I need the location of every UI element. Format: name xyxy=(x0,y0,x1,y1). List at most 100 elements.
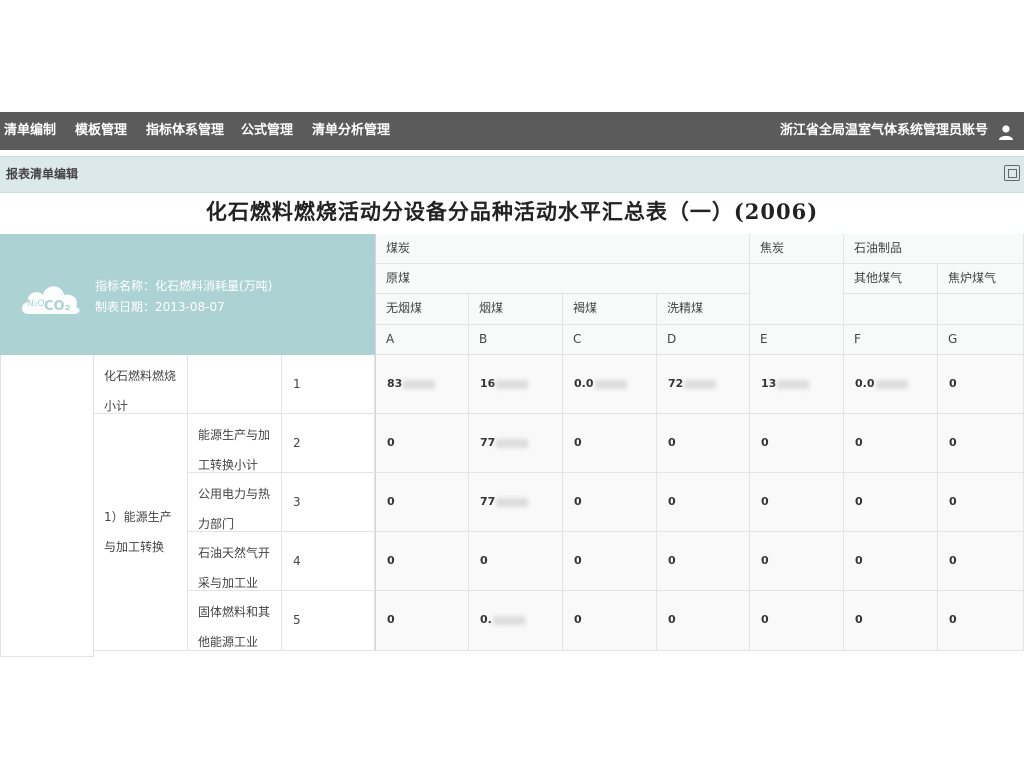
value-text: 0 xyxy=(387,436,395,449)
value-text: 0 xyxy=(761,495,769,508)
indicator-info-block: N₂O CO₂ 指标名称：化石燃料消耗量(万吨) 制表日期：2013-08-07 xyxy=(0,234,375,355)
header-other-gas-blank xyxy=(844,294,938,325)
value-cell-r1-c3[interactable]: 0.0 xyxy=(563,355,657,414)
value-cell-r3-c2[interactable]: 77 xyxy=(469,473,563,532)
value-cell-r3-c3[interactable]: 0 xyxy=(563,473,657,532)
redacted-value-blur xyxy=(684,379,717,389)
header-letter-c: C xyxy=(563,325,657,355)
value-cell-r3-c4[interactable]: 0 xyxy=(657,473,750,532)
value-text: 0 xyxy=(855,495,863,508)
value-text: 0 xyxy=(949,613,957,626)
redacted-value-blur xyxy=(777,379,810,389)
value-cell-r4-c1[interactable]: 0 xyxy=(375,532,469,591)
nav-item-list-compile[interactable]: 清单编制 xyxy=(4,112,56,150)
row-label-level0 xyxy=(0,355,94,657)
header-lignite: 褐煤 xyxy=(563,294,657,325)
value-cell-r1-c4[interactable]: 72 xyxy=(657,355,750,414)
header-coke-oven-gas-blank xyxy=(938,294,1024,325)
value-text: 0 xyxy=(387,554,395,567)
value-text: 0 xyxy=(387,495,395,508)
value-cell-r5-c6[interactable]: 0 xyxy=(844,591,938,651)
value-cell-r1-c5[interactable]: 13 xyxy=(750,355,844,414)
row-label-subtotal: 化石燃料燃烧小计 xyxy=(94,355,188,414)
value-text: 0 xyxy=(855,613,863,626)
value-cell-r3-c1[interactable]: 0 xyxy=(375,473,469,532)
svg-text:N₂O: N₂O xyxy=(27,299,44,309)
value-text: 0 xyxy=(480,554,488,567)
value-text: 0 xyxy=(574,436,582,449)
header-letter-e: E xyxy=(750,325,844,355)
maximize-icon[interactable] xyxy=(1004,165,1020,181)
value-cell-r5-c7[interactable]: 0 xyxy=(938,591,1024,651)
value-cell-r1-c2[interactable]: 16 xyxy=(469,355,563,414)
header-coal: 煤炭 xyxy=(375,234,750,264)
value-text: 0 xyxy=(949,377,957,390)
value-cell-r5-c2[interactable]: 0. xyxy=(469,591,563,651)
value-cell-r4-c2[interactable]: 0 xyxy=(469,532,563,591)
row-label-3: 公用电力与热力部门 xyxy=(188,473,282,532)
value-cell-r2-c1[interactable]: 0 xyxy=(375,414,469,473)
redacted-value-blur xyxy=(492,615,525,625)
value-text: 0. xyxy=(480,613,492,626)
value-cell-r4-c7[interactable]: 0 xyxy=(938,532,1024,591)
value-cell-r5-c4[interactable]: 0 xyxy=(657,591,750,651)
header-other-gas: 其他煤气 xyxy=(844,264,938,294)
value-text: 0 xyxy=(949,495,957,508)
value-cell-r2-c2[interactable]: 77 xyxy=(469,414,563,473)
header-letter-g: G xyxy=(938,325,1024,355)
row-number-3: 3 xyxy=(282,473,375,532)
header-bituminous: 烟煤 xyxy=(469,294,563,325)
value-cell-r5-c5[interactable]: 0 xyxy=(750,591,844,651)
value-cell-r3-c7[interactable]: 0 xyxy=(938,473,1024,532)
value-cell-r2-c3[interactable]: 0 xyxy=(563,414,657,473)
value-text: 0 xyxy=(949,554,957,567)
nav-item-template-manage[interactable]: 模板管理 xyxy=(75,112,127,150)
row-group-energy-production: 1）能源生产与加工转换 xyxy=(94,414,188,651)
value-cell-r4-c6[interactable]: 0 xyxy=(844,532,938,591)
value-text: 0 xyxy=(668,554,676,567)
redacted-value-blur xyxy=(875,379,908,389)
user-icon[interactable] xyxy=(998,124,1014,140)
row-label-subtotal-blank xyxy=(188,355,282,414)
value-cell-r2-c6[interactable]: 0 xyxy=(844,414,938,473)
value-text: 77 xyxy=(480,495,496,508)
redacted-value-blur xyxy=(496,497,529,507)
co2-cloud-icon: N₂O CO₂ xyxy=(22,286,80,314)
nav-item-list-analysis[interactable]: 清单分析管理 xyxy=(312,112,390,150)
row-number-5: 5 xyxy=(282,591,375,651)
value-text: 0 xyxy=(387,613,395,626)
value-cell-r5-c1[interactable]: 0 xyxy=(375,591,469,651)
header-coke-blank xyxy=(750,264,844,325)
header-coke: 焦炭 xyxy=(750,234,844,264)
value-cell-r1-c7[interactable]: 0 xyxy=(938,355,1024,414)
value-text: 0 xyxy=(761,613,769,626)
value-text: 0 xyxy=(668,495,676,508)
value-text: 0 xyxy=(574,495,582,508)
value-text: 0 xyxy=(761,436,769,449)
value-cell-r4-c3[interactable]: 0 xyxy=(563,532,657,591)
header-letter-f: F xyxy=(844,325,938,355)
svg-text:CO₂: CO₂ xyxy=(44,299,70,314)
header-petroleum: 石油制品 xyxy=(844,234,1024,264)
indicator-name: 指标名称：化石燃料消耗量(万吨) xyxy=(95,279,273,293)
value-text: 16 xyxy=(480,377,496,390)
header-letter-b: B xyxy=(469,325,563,355)
value-cell-r2-c4[interactable]: 0 xyxy=(657,414,750,473)
value-text: 0 xyxy=(855,554,863,567)
user-account-name[interactable]: 浙江省全局温室气体系统管理员账号 xyxy=(780,112,988,150)
value-cell-r3-c5[interactable]: 0 xyxy=(750,473,844,532)
nav-item-indicator-system[interactable]: 指标体系管理 xyxy=(146,112,224,150)
value-cell-r1-c6[interactable]: 0.0 xyxy=(844,355,938,414)
value-cell-r4-c5[interactable]: 0 xyxy=(750,532,844,591)
row-label-5: 固体燃料和其他能源工业 xyxy=(188,591,282,651)
value-cell-r2-c5[interactable]: 0 xyxy=(750,414,844,473)
nav-item-formula-manage[interactable]: 公式管理 xyxy=(241,112,293,150)
value-text: 0 xyxy=(574,613,582,626)
value-cell-r5-c3[interactable]: 0 xyxy=(563,591,657,651)
redacted-value-blur xyxy=(594,379,627,389)
value-cell-r3-c6[interactable]: 0 xyxy=(844,473,938,532)
value-cell-r2-c7[interactable]: 0 xyxy=(938,414,1024,473)
value-cell-r1-c1[interactable]: 83 xyxy=(375,355,469,414)
row-label-4: 石油天然气开采与加工业 xyxy=(188,532,282,591)
value-cell-r4-c4[interactable]: 0 xyxy=(657,532,750,591)
